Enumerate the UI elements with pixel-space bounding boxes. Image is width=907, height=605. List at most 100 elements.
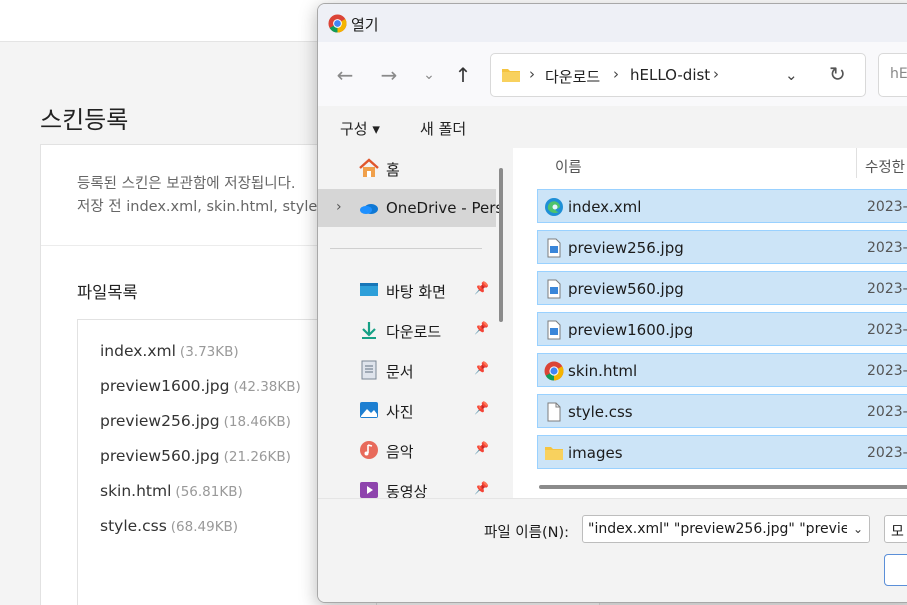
breadcrumb-separator-icon: › [529, 65, 535, 83]
download-icon [362, 322, 376, 339]
breadcrumb-hello-dist[interactable]: hELLO-dist [630, 66, 710, 84]
file-date: 2023-0 [867, 281, 907, 297]
file-date: 2023-0 [867, 199, 907, 215]
notice-line-2: 저장 전 index.xml, skin.html, style [77, 199, 318, 215]
nav-label: 홈 [386, 161, 400, 179]
folder-icon [545, 447, 563, 460]
chevron-down-icon[interactable]: ⌄ [847, 516, 869, 542]
dialog-titlebar: 열기 [318, 4, 907, 42]
search-input[interactable]: hE [878, 53, 907, 97]
file-row[interactable]: preview1600.jpg 2023-0 [537, 312, 907, 346]
file-name: preview256.jpg [100, 412, 220, 430]
pin-icon[interactable]: 📌 [474, 401, 489, 415]
pin-icon[interactable]: 📌 [474, 361, 489, 375]
filename-value: "index.xml" "preview256.jpg" "preview5 [588, 521, 870, 537]
nav-item-desktop[interactable]: 바탕 화면 📌 [318, 271, 496, 309]
file-name: preview560.jpg [568, 280, 684, 298]
document-icon [361, 360, 377, 380]
file-row[interactable]: style.css 2023-0 [537, 394, 907, 428]
file-name: preview1600.jpg [568, 321, 694, 339]
column-header-name[interactable]: 이름 [555, 156, 582, 177]
filename-input[interactable]: "index.xml" "preview256.jpg" "preview5 ⌄ [582, 515, 870, 543]
notice-line-1: 등록된 스킨은 보관함에 저장됩니다. [77, 176, 296, 192]
open-file-dialog: 열기 ← → ⌄ ↑ › 다운로드 › hELLO-dist › ⌄ ↻ hE … [317, 3, 907, 603]
nav-item-downloads[interactable]: 다운로드 📌 [318, 311, 496, 349]
navigation-pane: 홈 › OneDrive - Pers 바탕 화면 📌 다운로드 📌 문서 📌 … [318, 148, 511, 501]
file-name: preview256.jpg [568, 239, 684, 257]
file-list-item: preview560.jpg (21.26KB) [100, 447, 291, 465]
file-row[interactable]: images 2023-0 [537, 435, 907, 469]
file-list-item: preview1600.jpg (42.38KB) [100, 377, 301, 395]
file-name: style.css [100, 517, 167, 535]
dialog-footer: 파일 이름(N): "index.xml" "preview256.jpg" "… [318, 498, 907, 602]
edge-icon [545, 198, 563, 216]
blank-file-icon [547, 402, 561, 422]
file-name: index.xml [100, 342, 176, 360]
new-folder-button[interactable]: 새 폴더 [420, 118, 466, 139]
navigation-bar: ← → ⌄ ↑ › 다운로드 › hELLO-dist › ⌄ ↻ hE [318, 42, 907, 106]
chrome-icon [544, 361, 564, 381]
nav-item-documents[interactable]: 문서 📌 [318, 351, 496, 389]
file-row[interactable]: preview256.jpg 2023-0 [537, 230, 907, 264]
pin-icon[interactable]: 📌 [474, 441, 489, 455]
nav-label: 다운로드 [386, 323, 442, 341]
file-date: 2023-0 [867, 240, 907, 256]
expand-chevron-icon[interactable]: › [336, 199, 342, 215]
file-date: 2023-0 [867, 363, 907, 379]
file-name: skin.html [100, 482, 172, 500]
organize-button[interactable]: 구성 ▾ [340, 118, 380, 139]
file-size: (68.49KB) [170, 519, 239, 535]
forward-arrow-icon[interactable]: → [376, 62, 402, 88]
file-date: 2023-0 [867, 404, 907, 420]
breadcrumb-separator-icon[interactable]: › [713, 65, 719, 83]
nav-scrollbar[interactable] [499, 168, 503, 322]
nav-item-music[interactable]: 음악 📌 [318, 431, 496, 469]
file-date: 2023-0 [867, 322, 907, 338]
onedrive-icon [360, 204, 378, 214]
file-date: 2023-0 [867, 445, 907, 461]
file-list-item: preview256.jpg (18.46KB) [100, 412, 291, 430]
file-size: (3.73KB) [179, 344, 239, 360]
image-file-icon [547, 320, 561, 340]
command-bar: 구성 ▾ 새 폴더 [318, 106, 907, 148]
address-bar[interactable]: › 다운로드 › hELLO-dist › ⌄ ↻ [490, 53, 866, 97]
home-icon [359, 158, 379, 177]
file-size: (21.26KB) [223, 449, 291, 465]
file-list-title: 파일목록 [77, 283, 138, 302]
nav-label: 사진 [386, 403, 414, 421]
open-button[interactable] [884, 554, 907, 586]
recent-locations-chevron-icon[interactable]: ⌄ [416, 62, 442, 88]
nav-item-home[interactable]: 홈 [318, 149, 496, 187]
file-name: style.css [568, 403, 633, 421]
pin-icon[interactable]: 📌 [474, 321, 489, 335]
nav-item-pictures[interactable]: 사진 📌 [318, 391, 496, 429]
filename-label: 파일 이름(N): [484, 525, 570, 541]
pin-icon[interactable]: 📌 [474, 481, 489, 495]
file-type-value: 모 [891, 524, 904, 540]
file-type-select[interactable]: 모 [884, 515, 907, 543]
refresh-icon[interactable]: ↻ [829, 62, 846, 86]
nav-item-onedrive[interactable]: › OneDrive - Pers [318, 189, 503, 227]
pictures-icon [360, 402, 378, 418]
image-file-icon [547, 238, 561, 258]
music-icon [360, 441, 378, 459]
file-row[interactable]: index.xml 2023-0 [537, 189, 907, 223]
horizontal-scrollbar[interactable] [539, 485, 907, 489]
pin-icon[interactable]: 📌 [474, 281, 489, 295]
search-placeholder: hE [890, 66, 907, 82]
file-row[interactable]: skin.html 2023-0 [537, 353, 907, 387]
file-list-item: skin.html (56.81KB) [100, 482, 243, 500]
up-arrow-icon[interactable]: ↑ [450, 62, 476, 88]
breadcrumb-downloads[interactable]: 다운로드 [545, 66, 600, 87]
desktop-icon [360, 283, 378, 296]
column-divider[interactable] [856, 148, 857, 178]
nav-divider [330, 248, 482, 249]
image-file-icon [547, 279, 561, 299]
file-row[interactable]: preview560.jpg 2023-0 [537, 271, 907, 305]
file-name: preview560.jpg [100, 447, 220, 465]
nav-label: 바탕 화면 [386, 283, 446, 301]
column-header-date[interactable]: 수정한 [865, 156, 905, 177]
back-arrow-icon[interactable]: ← [332, 62, 358, 88]
address-history-chevron-icon[interactable]: ⌄ [785, 66, 798, 84]
folder-icon [502, 69, 520, 82]
